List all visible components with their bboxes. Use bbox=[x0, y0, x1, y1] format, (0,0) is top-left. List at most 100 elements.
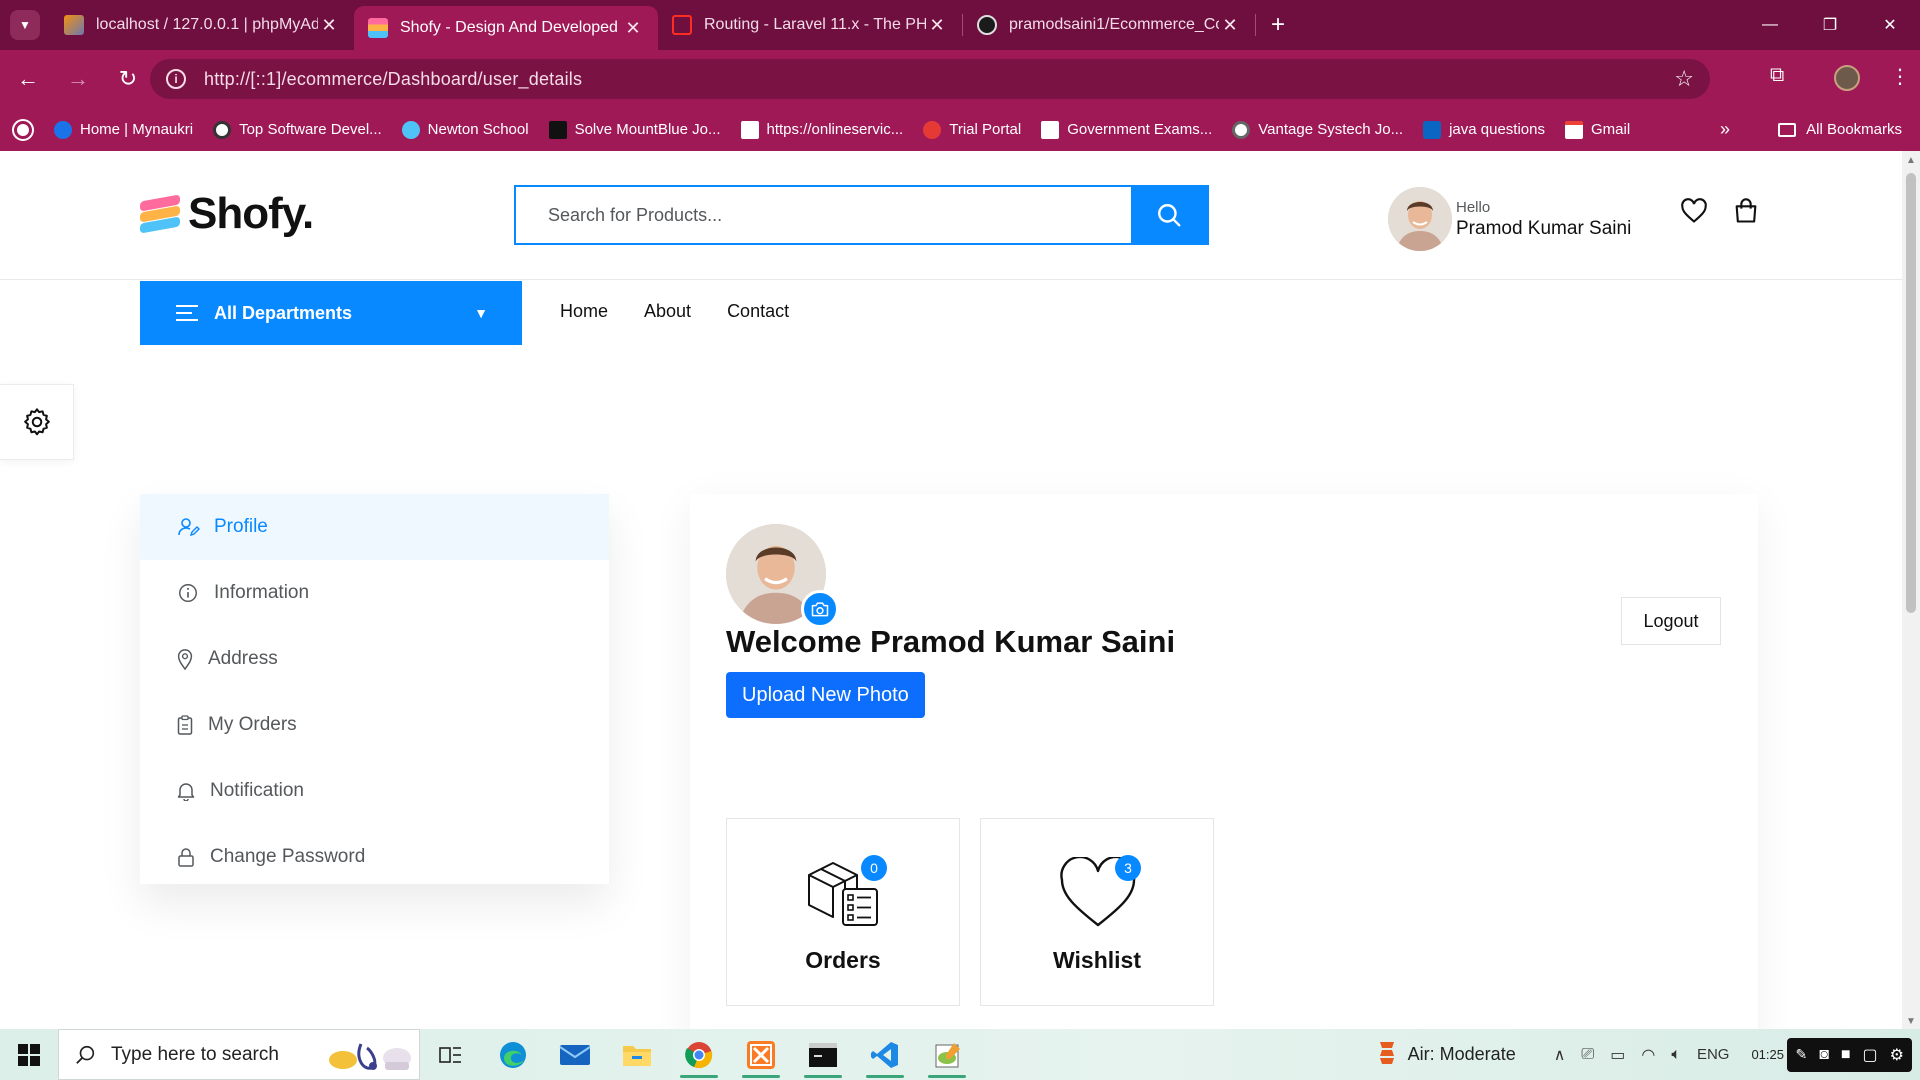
bookmark-star-icon[interactable]: ☆ bbox=[1674, 66, 1694, 92]
chevron-up-icon[interactable]: ∧ bbox=[1554, 1045, 1566, 1065]
chevron-down-icon: ▼ bbox=[10, 10, 40, 40]
close-window-icon[interactable]: ✕ bbox=[1860, 0, 1920, 50]
browser-profile-avatar[interactable] bbox=[1834, 65, 1860, 91]
tab-search-button[interactable]: ▼ bbox=[0, 0, 50, 50]
sidebar-item-notification[interactable]: Notification bbox=[140, 758, 609, 824]
bookmark-item[interactable]: Solve MountBlue Jo... bbox=[548, 120, 721, 139]
more-menu-icon[interactable]: ⋮ bbox=[1890, 64, 1910, 89]
url-text[interactable]: http://[::1]/ecommerce/Dashboard/user_de… bbox=[204, 69, 1674, 90]
bookmark-item[interactable]: Home | Mynaukri bbox=[54, 120, 193, 139]
search-highlight-illustration-icon bbox=[327, 1038, 413, 1074]
page-scrollbar[interactable]: ▲ ▼ bbox=[1902, 151, 1920, 1029]
browser-tab[interactable]: localhost / 127.0.0.1 | phpMyAd ✕ bbox=[50, 0, 354, 50]
address-bar[interactable]: i http://[::1]/ecommerce/Dashboard/user_… bbox=[150, 59, 1710, 99]
bookmark-item[interactable] bbox=[14, 120, 40, 139]
taskbar-search[interactable]: Type here to search bbox=[58, 1029, 420, 1080]
clock[interactable]: 01:25 bbox=[1751, 1047, 1787, 1062]
bookmark-label: https://onlineservic... bbox=[766, 121, 904, 138]
bookmark-item[interactable]: java questions bbox=[1423, 120, 1545, 139]
language-indicator[interactable]: ENG bbox=[1697, 1046, 1730, 1063]
bookmark-item[interactable]: Government Exams... bbox=[1041, 120, 1212, 139]
browser-tab[interactable]: pramodsaini1/Ecommerce_Code ✕ bbox=[963, 0, 1255, 50]
sidebar-item-profile[interactable]: Profile bbox=[140, 494, 609, 560]
meet-now-icon[interactable]: ⎚ bbox=[1581, 1046, 1594, 1064]
wishlist-heart-icon[interactable] bbox=[1680, 197, 1708, 225]
sidebar-item-my-orders[interactable]: My Orders bbox=[140, 692, 609, 758]
camera-icon[interactable]: ◙ bbox=[1819, 1046, 1829, 1064]
gear-icon[interactable]: ⚙ bbox=[1890, 1045, 1904, 1065]
logout-button[interactable]: Logout bbox=[1621, 597, 1721, 645]
battery-icon[interactable]: ▭ bbox=[1610, 1045, 1625, 1065]
video-record-icon[interactable]: ■ bbox=[1841, 1046, 1851, 1064]
search-input[interactable] bbox=[516, 187, 1131, 243]
upload-photo-button[interactable]: Upload New Photo bbox=[726, 672, 925, 718]
scroll-down-icon[interactable]: ▼ bbox=[1906, 1016, 1916, 1027]
back-arrow-icon[interactable]: ← bbox=[6, 57, 50, 101]
user-account[interactable]: Hello Pramod Kumar Saini bbox=[1388, 187, 1631, 251]
bookmark-item[interactable]: Trial Portal bbox=[923, 120, 1021, 139]
tab-close-icon[interactable]: ✕ bbox=[926, 15, 948, 36]
scrollbar-thumb[interactable] bbox=[1906, 173, 1916, 613]
site-logo[interactable]: Shofy. bbox=[140, 189, 314, 239]
browser-tab-active[interactable]: Shofy - Design And Developed ✕ bbox=[354, 6, 658, 50]
scroll-up-icon[interactable]: ▲ bbox=[1906, 155, 1916, 166]
bookmark-item[interactable]: https://onlineservic... bbox=[740, 120, 904, 139]
logo-mark-icon bbox=[140, 194, 180, 234]
taskbar-xampp[interactable] bbox=[730, 1029, 792, 1080]
taskbar-file-explorer[interactable] bbox=[606, 1029, 668, 1080]
settings-toggle[interactable] bbox=[0, 384, 74, 460]
bookmark-item[interactable]: Top Software Devel... bbox=[213, 120, 382, 139]
bookmark-item[interactable]: Newton School bbox=[401, 120, 529, 139]
all-bookmarks-button[interactable]: All Bookmarks bbox=[1778, 121, 1902, 138]
sidebar-item-information[interactable]: Information bbox=[140, 560, 609, 626]
orders-card[interactable]: 0 Orders bbox=[726, 818, 960, 1006]
bookmark-item[interactable]: Vantage Systech Jo... bbox=[1232, 120, 1403, 139]
chrome-icon bbox=[685, 1041, 713, 1068]
wishlist-card[interactable]: 3 Wishlist bbox=[980, 818, 1214, 1006]
taskbar-vscode[interactable] bbox=[854, 1029, 916, 1080]
weather-widget[interactable]: Air: Moderate bbox=[1376, 1040, 1516, 1070]
site-info-icon[interactable]: i bbox=[166, 69, 186, 89]
tab-close-icon[interactable]: ✕ bbox=[622, 18, 644, 39]
search-button[interactable] bbox=[1131, 187, 1207, 243]
info-icon bbox=[176, 581, 200, 605]
wifi-icon[interactable]: ◠ bbox=[1641, 1045, 1655, 1065]
taskbar-notepad-plus[interactable] bbox=[916, 1029, 978, 1080]
extensions-icon[interactable]: ⧉ bbox=[1770, 64, 1784, 87]
all-departments-button[interactable]: All Departments ▼ bbox=[140, 281, 522, 345]
restore-icon[interactable]: ❐ bbox=[1800, 0, 1860, 50]
start-button[interactable] bbox=[0, 1029, 58, 1080]
nav-link-about[interactable]: About bbox=[644, 301, 691, 322]
all-bookmarks-label: All Bookmarks bbox=[1806, 121, 1902, 138]
sidebar-item-label: Profile bbox=[214, 516, 268, 537]
taskbar-chrome[interactable] bbox=[668, 1029, 730, 1080]
task-view-button[interactable] bbox=[420, 1029, 482, 1080]
greeting-text: Hello bbox=[1456, 198, 1491, 216]
shopping-bag-icon[interactable] bbox=[1732, 197, 1760, 225]
taskbar-terminal[interactable] bbox=[792, 1029, 854, 1080]
sidebar-item-label: Address bbox=[208, 648, 278, 669]
reload-icon[interactable]: ↻ bbox=[106, 57, 150, 101]
tab-close-icon[interactable]: ✕ bbox=[318, 15, 340, 36]
volume-icon[interactable]: 🔈︎ bbox=[1671, 1046, 1681, 1064]
nav-link-contact[interactable]: Contact bbox=[727, 301, 789, 322]
taskbar-mail[interactable] bbox=[544, 1029, 606, 1080]
header-divider bbox=[0, 279, 1902, 280]
chevron-double-right-icon[interactable]: » bbox=[1720, 119, 1730, 140]
change-photo-button[interactable] bbox=[801, 590, 839, 628]
nav-link-home[interactable]: Home bbox=[560, 301, 608, 322]
sidebar-item-change-password[interactable]: Change Password bbox=[140, 824, 609, 890]
edit-icon[interactable]: ✎ bbox=[1795, 1046, 1807, 1063]
bookmarks-bar: Home | Mynaukri Top Software Devel... Ne… bbox=[0, 108, 1920, 151]
tab-close-icon[interactable]: ✕ bbox=[1219, 15, 1241, 36]
sidebar-item-address[interactable]: Address bbox=[140, 626, 609, 692]
sidebar-item-label: Change Password bbox=[210, 846, 366, 867]
minimize-icon[interactable]: — bbox=[1740, 0, 1800, 50]
taskbar-edge[interactable] bbox=[482, 1029, 544, 1080]
browser-tab[interactable]: Routing - Laravel 11.x - The PHI ✕ bbox=[658, 0, 962, 50]
bookmark-item[interactable]: Gmail bbox=[1564, 120, 1630, 139]
new-tab-button[interactable]: + bbox=[1256, 11, 1300, 39]
forward-arrow-icon[interactable]: → bbox=[56, 57, 100, 101]
bell-icon bbox=[176, 779, 196, 803]
window-snip-icon[interactable]: ▢ bbox=[1863, 1045, 1878, 1065]
